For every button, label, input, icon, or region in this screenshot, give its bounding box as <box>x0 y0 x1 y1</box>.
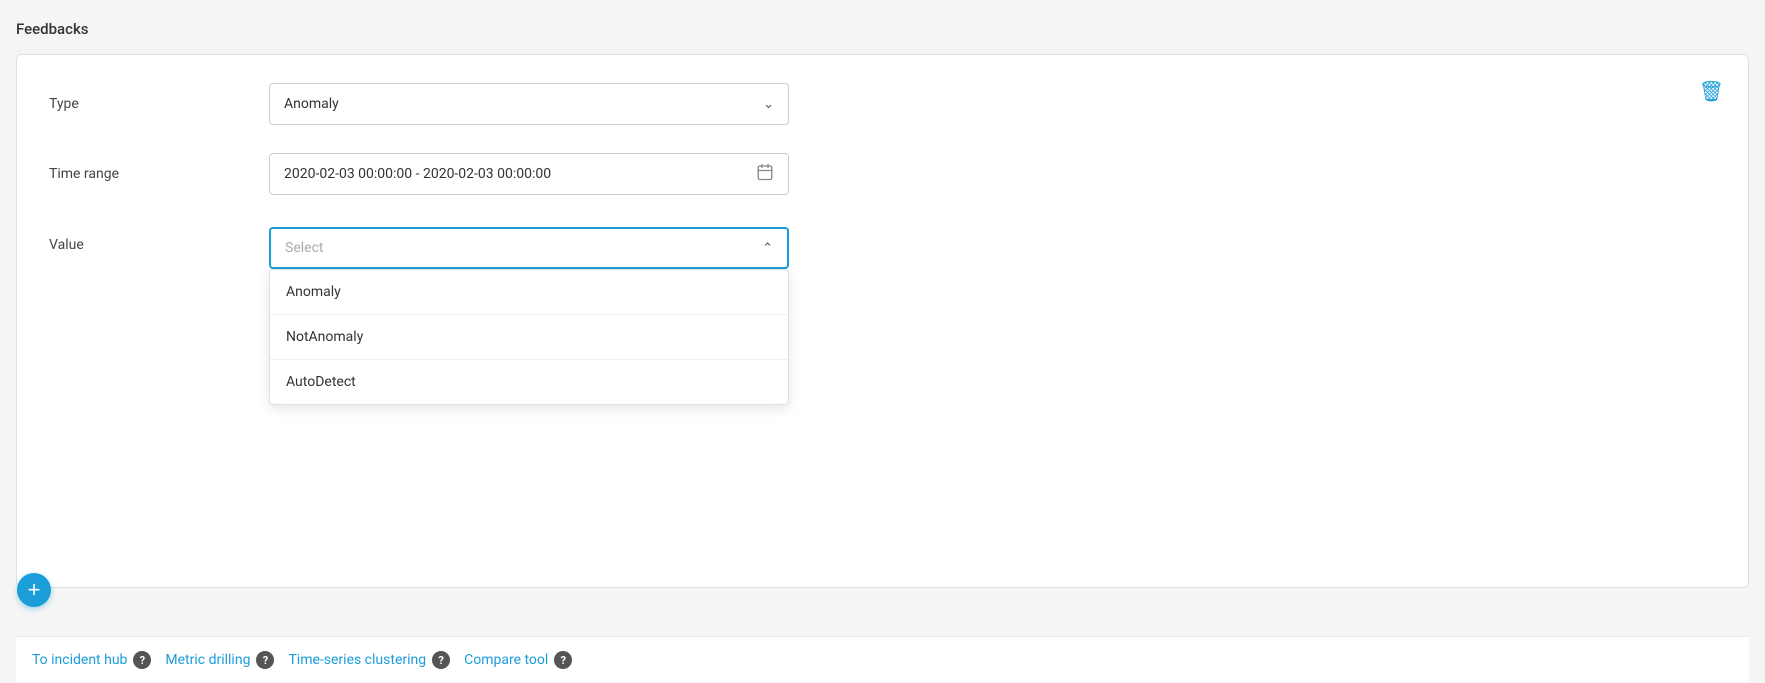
time-range-control: 2020-02-03 00:00:00 - 2020-02-03 00:00:0… <box>269 153 789 195</box>
chevron-up-icon: ⌃ <box>762 241 773 256</box>
calendar-icon <box>756 163 774 185</box>
time-range-input[interactable]: 2020-02-03 00:00:00 - 2020-02-03 00:00:0… <box>269 153 789 195</box>
value-select[interactable]: Select ⌃ <box>269 227 789 269</box>
delete-button[interactable]: 🗑 <box>1695 75 1728 108</box>
main-card: 🗑 Type Anomaly ⌄ Time range 2020-02-03 0… <box>16 54 1749 588</box>
dropdown-item-autodetect[interactable]: AutoDetect <box>270 360 788 404</box>
page-container: Feedbacks 🗑 Type Anomaly ⌄ Time range 20… <box>0 0 1765 683</box>
time-range-field-row: Time range 2020-02-03 00:00:00 - 2020-02… <box>49 153 1716 195</box>
page-title: Feedbacks <box>16 20 1749 38</box>
trash-icon: 🗑 <box>1699 81 1724 103</box>
time-range-value: 2020-02-03 00:00:00 - 2020-02-03 00:00:0… <box>284 166 551 182</box>
type-field-row: Type Anomaly ⌄ <box>49 83 1716 125</box>
type-label: Type <box>49 96 269 112</box>
dropdown-item-anomaly[interactable]: Anomaly <box>270 270 788 315</box>
help-icon-metric-drilling[interactable]: ? <box>256 651 274 669</box>
footer-link-incident-hub[interactable]: To incident hub <box>32 652 127 668</box>
type-control: Anomaly ⌄ <box>269 83 789 125</box>
footer-link-metric-drilling[interactable]: Metric drilling <box>165 652 250 668</box>
type-select[interactable]: Anomaly ⌄ <box>269 83 789 125</box>
dropdown-item-notanomaly[interactable]: NotAnomaly <box>270 315 788 360</box>
value-control: Select ⌃ Anomaly NotAnomaly AutoDetect <box>269 227 789 269</box>
footer-nav: To incident hub ? Metric drilling ? Time… <box>16 636 1749 683</box>
type-select-value: Anomaly <box>284 96 339 112</box>
value-label: Value <box>49 227 269 253</box>
footer-link-time-series-clustering[interactable]: Time-series clustering <box>288 652 426 668</box>
time-range-label: Time range <box>49 166 269 182</box>
value-field-row: Value Select ⌃ Anomaly NotAnomaly AutoDe… <box>49 223 1716 269</box>
help-icon-time-series-clustering[interactable]: ? <box>432 651 450 669</box>
value-dropdown-menu: Anomaly NotAnomaly AutoDetect <box>269 269 789 405</box>
footer-link-compare-tool[interactable]: Compare tool <box>464 652 548 668</box>
help-icon-incident-hub[interactable]: ? <box>133 651 151 669</box>
help-icon-compare-tool[interactable]: ? <box>554 651 572 669</box>
chevron-down-icon: ⌄ <box>763 97 774 112</box>
add-feedback-button[interactable]: + <box>17 573 51 607</box>
value-placeholder: Select <box>285 240 323 256</box>
